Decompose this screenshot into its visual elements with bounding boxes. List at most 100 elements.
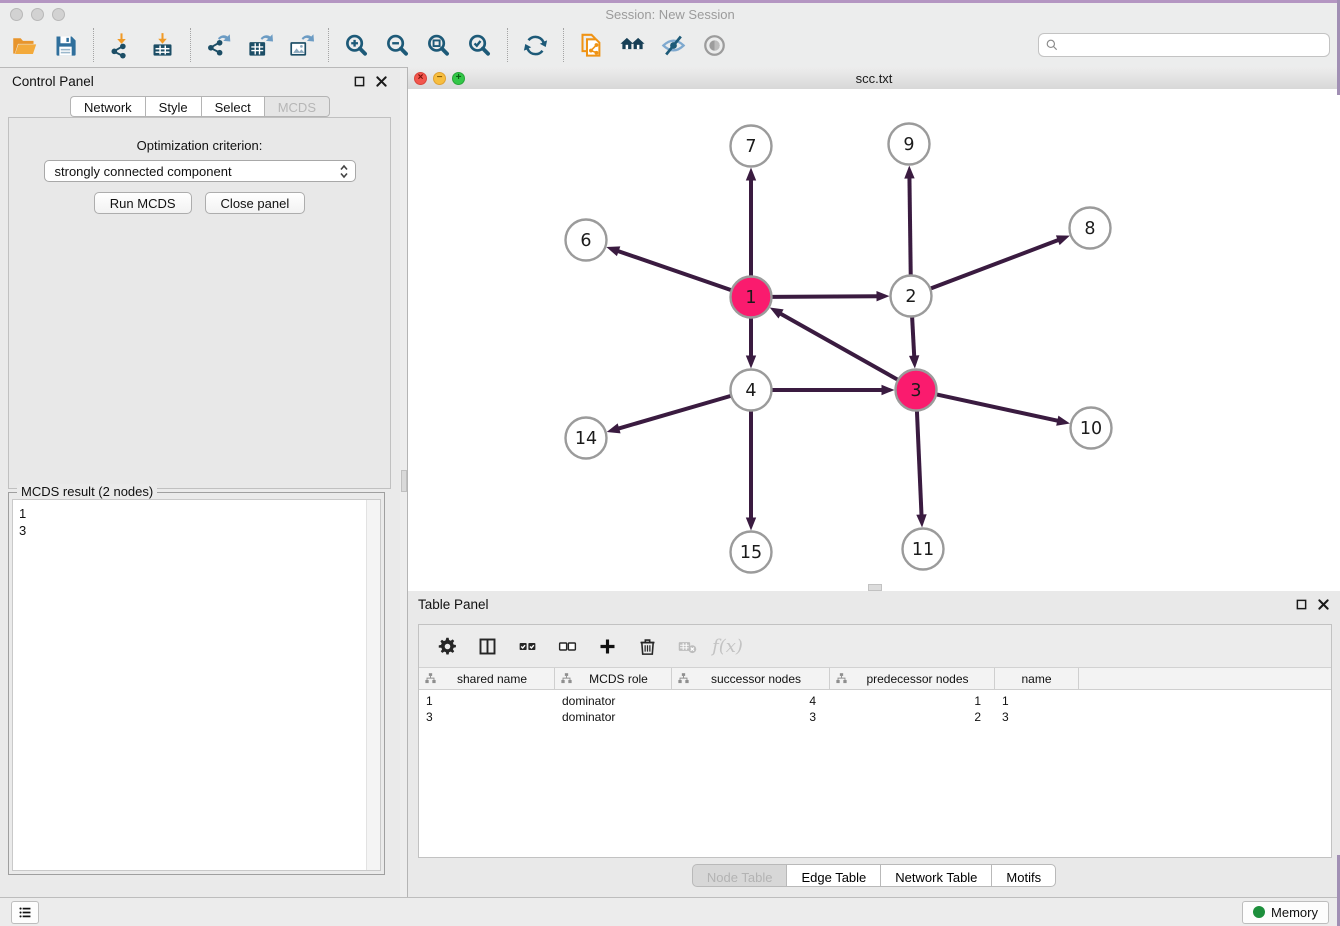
node-4[interactable]: 4: [731, 370, 772, 411]
zoom-out-button[interactable]: [377, 27, 418, 63]
save-session-button[interactable]: [45, 27, 86, 63]
export-table-button[interactable]: [239, 27, 280, 63]
create-column-button[interactable]: [589, 628, 626, 664]
node-9[interactable]: 9: [889, 124, 930, 165]
float-panel-icon[interactable]: [353, 75, 366, 88]
apply-layout-button[interactable]: [515, 27, 556, 63]
close-table-panel-icon[interactable]: [1317, 598, 1330, 611]
table-row-1[interactable]: 1dominator411: [419, 693, 1331, 709]
export-image-button[interactable]: [280, 27, 321, 63]
edge-3-10[interactable]: [937, 394, 1070, 425]
zoom-selected-icon: [466, 32, 493, 59]
float-table-panel-icon[interactable]: [1295, 598, 1308, 611]
node-7[interactable]: 7: [731, 126, 772, 167]
edge-3-11[interactable]: [916, 411, 926, 528]
close-view-button[interactable]: ×: [414, 72, 427, 85]
import-network-button[interactable]: [101, 27, 142, 63]
edge-2-9[interactable]: [904, 165, 914, 275]
edge-4-14[interactable]: [607, 396, 731, 433]
node-6[interactable]: 6: [566, 220, 607, 261]
zoom-fit-button[interactable]: [418, 27, 459, 63]
node-1[interactable]: 1: [731, 277, 772, 318]
edge-2-8[interactable]: [931, 235, 1070, 288]
tab-network[interactable]: Network: [70, 96, 145, 117]
task-history-button[interactable]: [11, 901, 39, 924]
edge-3-1[interactable]: [770, 308, 898, 380]
list-icon: [17, 904, 34, 921]
cell-name[interactable]: 1: [995, 694, 1079, 708]
close-panel-icon[interactable]: [375, 75, 388, 88]
export-network-button[interactable]: [198, 27, 239, 63]
table-body: 1dominator4113dominator323: [419, 693, 1331, 725]
tab-edge-table[interactable]: Edge Table: [786, 864, 880, 887]
column-header-MCDS-role[interactable]: MCDS role: [555, 668, 672, 689]
node-2[interactable]: 2: [891, 276, 932, 317]
edge-1-4[interactable]: [746, 318, 756, 369]
hide-selected-button[interactable]: [653, 27, 694, 63]
tab-motifs[interactable]: Motifs: [991, 864, 1056, 887]
column-header-successor-nodes[interactable]: successor nodes: [672, 668, 830, 689]
svg-text:9: 9: [903, 135, 914, 155]
memory-button[interactable]: Memory: [1242, 901, 1329, 924]
delete-columns-button[interactable]: [629, 628, 666, 664]
edge-2-3[interactable]: [909, 317, 919, 369]
minimize-view-button[interactable]: −: [433, 72, 446, 85]
node-14[interactable]: 14: [566, 418, 607, 459]
node-8[interactable]: 8: [1070, 208, 1111, 249]
cell-shared-name[interactable]: 1: [419, 694, 555, 708]
result-scrollbar[interactable]: [366, 500, 380, 870]
eye-icon: [701, 32, 728, 59]
clone-network-icon: [578, 32, 605, 59]
tab-node-table[interactable]: Node Table: [692, 864, 787, 887]
first-neighbors-button[interactable]: [612, 27, 653, 63]
network-canvas[interactable]: 7 9 6 8 1 2 4 3 14 10 15 11: [408, 89, 1340, 591]
tab-mcds[interactable]: MCDS: [264, 96, 330, 117]
tab-style[interactable]: Style: [145, 96, 201, 117]
network-graph[interactable]: 7 9 6 8 1 2 4 3 14 10 15 11: [408, 89, 1338, 591]
cell-shared-name[interactable]: 3: [419, 710, 555, 724]
cell-MCDS-role[interactable]: dominator: [555, 694, 672, 708]
canvas-splitter-grip[interactable]: [868, 584, 882, 591]
column-header-name[interactable]: name: [995, 668, 1079, 689]
column-header-shared-name[interactable]: shared name: [419, 668, 555, 689]
zoom-in-button[interactable]: [336, 27, 377, 63]
select-all-columns-button[interactable]: [509, 628, 546, 664]
node-10[interactable]: 10: [1071, 408, 1112, 449]
edge-4-3[interactable]: [772, 385, 895, 395]
edge-4-15[interactable]: [746, 411, 756, 531]
zoom-selected-button[interactable]: [459, 27, 500, 63]
node-11[interactable]: 11: [903, 529, 944, 570]
table-row-3[interactable]: 3dominator323: [419, 709, 1331, 725]
edge-1-6[interactable]: [606, 246, 731, 290]
mcds-result-textarea[interactable]: 13: [12, 499, 381, 871]
tab-select[interactable]: Select: [201, 96, 264, 117]
search-input[interactable]: [1064, 37, 1323, 54]
cell-MCDS-role[interactable]: dominator: [555, 710, 672, 724]
clone-network-button[interactable]: [571, 27, 612, 63]
criterion-dropdown[interactable]: strongly connected component: [44, 160, 356, 182]
houses-icon: [619, 32, 646, 59]
node-3[interactable]: 3: [896, 370, 937, 411]
zoom-in-icon: [343, 32, 370, 59]
cell-name[interactable]: 3: [995, 710, 1079, 724]
close-panel-button[interactable]: Close panel: [205, 192, 306, 214]
import-table-button[interactable]: [142, 27, 183, 63]
show-columns-button[interactable]: [469, 628, 506, 664]
cell-predecessor-nodes[interactable]: 2: [830, 710, 995, 724]
unselect-all-columns-button[interactable]: [549, 628, 586, 664]
cell-successor-nodes[interactable]: 4: [672, 694, 830, 708]
maximize-view-button[interactable]: +: [452, 72, 465, 85]
node-15[interactable]: 15: [731, 532, 772, 573]
search-field[interactable]: [1038, 33, 1330, 57]
edge-1-2[interactable]: [772, 291, 890, 301]
run-mcds-button[interactable]: Run MCDS: [94, 192, 192, 214]
table-options-button[interactable]: [429, 628, 466, 664]
tab-network-table[interactable]: Network Table: [880, 864, 991, 887]
open-session-button[interactable]: [4, 27, 45, 63]
cell-predecessor-nodes[interactable]: 1: [830, 694, 995, 708]
memory-label: Memory: [1271, 905, 1318, 920]
control-panel-tabs: NetworkStyleSelectMCDS: [0, 96, 400, 117]
edge-1-7[interactable]: [746, 168, 756, 277]
column-header-predecessor-nodes[interactable]: predecessor nodes: [830, 668, 995, 689]
cell-successor-nodes[interactable]: 3: [672, 710, 830, 724]
